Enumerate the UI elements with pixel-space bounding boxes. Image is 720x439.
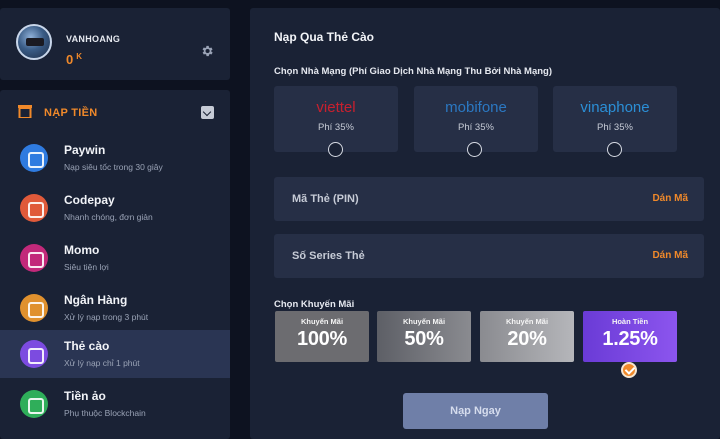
network-fee: Phí 35% (458, 122, 494, 133)
card-deposit-panel: Nạp Qua Thẻ Cào Chọn Nhà Mạng (Phí Giao … (250, 8, 720, 439)
momo-icon (20, 244, 48, 272)
vinaphone-logo: vinaphone (580, 99, 650, 116)
promo-cashback[interactable]: Hoàn Tiền 1.25% (583, 311, 677, 362)
menu-item-card[interactable]: Thẻ cào Xử lý nạp chỉ 1 phút (0, 330, 230, 378)
username: VANHOANG (66, 34, 121, 44)
paywin-icon (20, 144, 48, 172)
promo-tile-value: 50% (404, 328, 444, 350)
network-fee: Phí 35% (318, 122, 354, 133)
avatar[interactable] (16, 24, 52, 60)
gear-icon[interactable] (200, 44, 214, 58)
codepay-icon (20, 194, 48, 222)
menu-item-name: Codepay (64, 193, 115, 207)
menu-item-crypto[interactable]: Tiền ảo Phụ thuộc Blockchain (0, 380, 230, 428)
selected-check-icon (621, 362, 637, 378)
radio-viettel[interactable] (328, 142, 343, 157)
promo-tile-label: Khuyến Mãi (402, 317, 446, 326)
promo-tile-label: Khuyến Mãi (300, 317, 344, 326)
paste-series-button[interactable]: Dán Mã (652, 250, 688, 261)
menu-item-bank[interactable]: Ngân Hàng Xử lý nạp trong 3 phút (0, 284, 230, 332)
crypto-icon (20, 390, 48, 418)
card-icon (20, 340, 48, 368)
menu-item-momo[interactable]: Momo Siêu tiện lợi (0, 234, 230, 282)
viettel-logo: viettel (316, 99, 356, 116)
promo-tile-label: Khuyến Mãi (505, 317, 549, 326)
user-card: VANHOANG 0K (0, 8, 230, 80)
balance: 0K (66, 52, 82, 67)
promo-tile-label: Hoàn Tiền (611, 317, 649, 326)
pin-field[interactable]: Mã Thẻ (PIN) Dán Mã (274, 177, 704, 221)
menu-item-desc: Xử lý nạp chỉ 1 phút (64, 358, 140, 368)
page-title: Nạp Qua Thẻ Cào (274, 30, 375, 44)
menu-item-desc: Nạp siêu tốc trong 30 giây (64, 162, 163, 172)
menu-item-paywin[interactable]: Paywin Nạp siêu tốc trong 30 giây (0, 134, 230, 182)
menu-item-desc: Nhanh chóng, đơn giản (64, 212, 153, 222)
menu-item-desc: Xử lý nạp trong 3 phút (64, 312, 149, 322)
balance-unit: K (76, 52, 83, 61)
series-label: Số Series Thẻ (292, 250, 365, 262)
pin-label: Mã Thẻ (PIN) (292, 193, 359, 205)
mobifone-logo: mobifone (445, 99, 507, 116)
menu-item-name: Paywin (64, 143, 106, 157)
menu-item-name: Ngân Hàng (64, 293, 128, 307)
menu-header[interactable]: NẠP TIỀN (0, 90, 230, 134)
menu-item-name: Momo (64, 243, 100, 257)
promo-tile-value: 1.25% (602, 328, 658, 350)
promo-tile-value: 20% (507, 328, 547, 350)
promo-20[interactable]: Khuyến Mãi 20% (480, 311, 574, 362)
promo-50[interactable]: Khuyến Mãi 50% (377, 311, 471, 362)
menu-item-name: Thẻ cào (64, 339, 110, 353)
paste-pin-button[interactable]: Dán Mã (652, 193, 688, 204)
deposit-menu: NẠP TIỀN Paywin Nạp siêu tốc trong 30 gi… (0, 90, 230, 439)
submit-button[interactable]: Nạp Ngay (403, 393, 548, 429)
network-label: Chọn Nhà Mạng (Phí Giao Dịch Nhà Mạng Th… (274, 66, 553, 77)
series-field[interactable]: Số Series Thẻ Dán Mã (274, 234, 704, 278)
bank-icon (20, 294, 48, 322)
promo-label: Chọn Khuyến Mãi (274, 299, 355, 310)
chevron-down-icon[interactable] (201, 106, 214, 119)
menu-item-codepay[interactable]: Codepay Nhanh chóng, đơn giản (0, 184, 230, 232)
promo-100[interactable]: Khuyến Mãi 100% (275, 311, 369, 362)
balance-value: 0 (66, 52, 74, 67)
menu-item-name: Tiền ảo (64, 389, 106, 403)
menu-item-desc: Phụ thuộc Blockchain (64, 408, 146, 418)
menu-title: NẠP TIỀN (44, 107, 98, 119)
menu-item-desc: Siêu tiện lợi (64, 262, 109, 272)
radio-mobifone[interactable] (467, 142, 482, 157)
promo-tile-value: 100% (297, 328, 347, 350)
radio-vinaphone[interactable] (607, 142, 622, 157)
wallet-icon (18, 105, 32, 118)
network-fee: Phí 35% (597, 122, 633, 133)
